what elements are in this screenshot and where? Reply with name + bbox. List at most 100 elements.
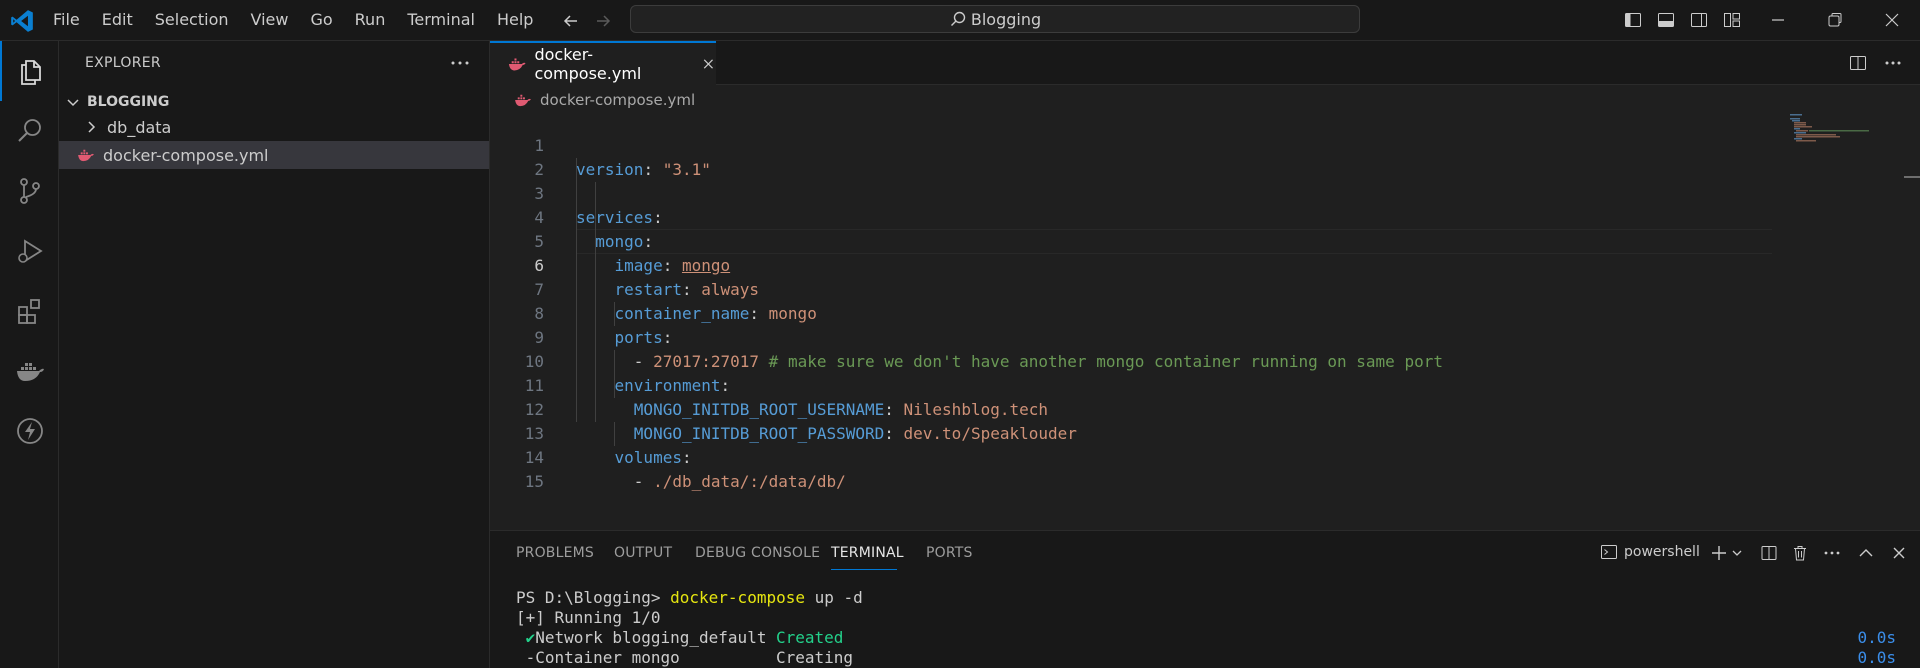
tab-debug-console[interactable]: DEBUG CONSOLE xyxy=(695,545,820,561)
extensions-icon xyxy=(17,299,40,324)
minimap[interactable] xyxy=(1790,112,1880,152)
search-icon xyxy=(17,119,41,142)
menu-bar: File Edit Selection View Go Run Terminal… xyxy=(42,0,544,40)
code-line: 5 image: mongo xyxy=(490,206,1780,275)
tab-ports[interactable]: PORTS xyxy=(926,545,973,561)
menu-view[interactable]: View xyxy=(240,0,300,40)
resource-name: Container mongo xyxy=(535,648,680,667)
customize-layout-icon[interactable] xyxy=(1722,10,1742,30)
run-debug-icon xyxy=(17,239,43,263)
activity-thunder[interactable] xyxy=(0,401,59,461)
status-mark: - xyxy=(516,648,536,667)
workspace-name: BLOGGING xyxy=(87,94,170,110)
docker-icon xyxy=(16,363,44,381)
code-line: 9 - 27017:27017 # make sure we don't hav… xyxy=(490,302,1780,371)
terminal-line: PS D:\Blogging> docker-compose up -d xyxy=(516,588,1896,608)
activity-extensions[interactable] xyxy=(0,281,59,341)
command-center-search[interactable]: Blogging xyxy=(630,5,1360,33)
menu-help[interactable]: Help xyxy=(486,0,544,40)
chevron-down-icon xyxy=(67,99,79,107)
shell-name: powershell xyxy=(1624,544,1700,560)
resource-status: Created xyxy=(776,628,844,647)
menu-file[interactable]: File xyxy=(42,0,91,40)
tab-terminal[interactable]: TERMINAL xyxy=(831,545,904,561)
code-line: 4 mongo: xyxy=(490,182,1780,251)
code-line: 7 container_name: mongo xyxy=(490,254,1780,323)
code-line: 12 MONGO_INITDB_ROOT_PASSWORD: dev.to/Sp… xyxy=(490,374,1780,443)
tab-problems[interactable]: PROBLEMS xyxy=(516,545,594,561)
breadcrumb[interactable]: docker-compose.yml xyxy=(514,89,695,111)
tab-docker-compose[interactable]: docker-compose.yml xyxy=(490,41,716,85)
code-line: 2 xyxy=(490,134,1780,179)
workspace-section-header[interactable]: BLOGGING xyxy=(65,91,169,113)
restore-icon[interactable] xyxy=(1825,10,1845,30)
menu-run[interactable]: Run xyxy=(344,0,397,40)
scrollbar-marker xyxy=(1904,176,1920,178)
activity-run-debug[interactable] xyxy=(0,221,59,281)
menu-edit[interactable]: Edit xyxy=(91,0,144,40)
docker-file-icon xyxy=(508,58,526,71)
add-terminal-icon[interactable] xyxy=(1710,544,1728,562)
resource-time: 0.0s xyxy=(1857,648,1896,667)
terminal-shell-selector[interactable]: powershell xyxy=(1600,543,1700,561)
terminal-running: [+] Running 1/0 xyxy=(516,608,661,627)
close-icon[interactable] xyxy=(701,56,716,72)
toggle-secondary-sidebar-icon[interactable] xyxy=(1689,10,1709,30)
source-control-icon xyxy=(19,178,40,204)
forward-arrow-icon[interactable] xyxy=(593,11,613,31)
explorer-sidebar: EXPLORER BLOGGING db_data docker-compose… xyxy=(59,41,490,668)
search-text: Blogging xyxy=(970,9,1042,29)
terminal-args: up -d xyxy=(804,588,863,607)
menu-terminal[interactable]: Terminal xyxy=(396,0,486,40)
activity-search[interactable] xyxy=(0,101,59,161)
tree-item-docker-compose[interactable]: docker-compose.yml xyxy=(59,141,489,169)
resource-name: Network blogging_default xyxy=(535,628,767,647)
editor-tabs: docker-compose.yml xyxy=(490,41,1920,85)
code-line: 11 MONGO_INITDB_ROOT_USERNAME: Nileshblo… xyxy=(490,350,1780,419)
more-actions-icon[interactable] xyxy=(1883,53,1903,73)
trash-icon[interactable] xyxy=(1791,544,1809,562)
menu-go[interactable]: Go xyxy=(299,0,343,40)
minimize-icon[interactable] xyxy=(1768,10,1788,30)
breadcrumb-file: docker-compose.yml xyxy=(540,91,696,109)
menu-selection[interactable]: Selection xyxy=(144,0,240,40)
terminal-line: -Container mongo Creating 0.0s xyxy=(516,648,1896,668)
bottom-panel: PROBLEMS OUTPUT DEBUG CONSOLE TERMINAL P… xyxy=(490,530,1920,668)
code-line: 1 version: "3.1" xyxy=(490,110,1780,179)
terminal-output[interactable]: PS D:\Blogging> docker-compose up -d [+]… xyxy=(516,588,1896,668)
chevron-down-icon[interactable] xyxy=(1730,544,1744,562)
search-icon xyxy=(950,11,966,26)
code-editor[interactable]: 1 version: "3.1" 2 3 services: 4 mongo: … xyxy=(490,110,1920,530)
vscode-logo-icon xyxy=(11,10,33,32)
tree-item-db-data[interactable]: db_data xyxy=(59,113,489,141)
title-bar: File Edit Selection View Go Run Terminal… xyxy=(0,0,1920,41)
line-number: 15 xyxy=(524,472,544,491)
split-editor-icon[interactable] xyxy=(1848,53,1868,73)
tab-output[interactable]: OUTPUT xyxy=(614,545,672,561)
back-arrow-icon[interactable] xyxy=(561,11,581,31)
toggle-primary-sidebar-icon[interactable] xyxy=(1623,10,1643,30)
terminal-icon xyxy=(1601,545,1617,559)
code-line: 14 - ./db_data/:/data/db/ xyxy=(490,422,1780,491)
activity-source-control[interactable] xyxy=(0,161,59,221)
activity-bar xyxy=(0,41,59,668)
more-actions-icon[interactable] xyxy=(449,52,471,74)
chevron-right-icon xyxy=(88,121,96,133)
maximize-panel-icon[interactable] xyxy=(1857,544,1875,562)
check-icon: ✔ xyxy=(516,628,536,647)
active-tab-indicator xyxy=(831,569,897,570)
tree-item-label: db_data xyxy=(107,117,172,137)
docker-file-icon xyxy=(515,94,531,107)
more-actions-icon[interactable] xyxy=(1823,544,1841,562)
activity-docker[interactable] xyxy=(0,341,59,401)
resource-time: 0.0s xyxy=(1857,628,1896,647)
close-window-icon[interactable] xyxy=(1882,10,1902,30)
activity-explorer[interactable] xyxy=(0,41,59,101)
split-terminal-icon[interactable] xyxy=(1760,544,1778,562)
terminal-prompt: PS D:\Blogging> xyxy=(516,588,671,607)
close-panel-icon[interactable] xyxy=(1890,544,1908,562)
toggle-panel-icon[interactable] xyxy=(1656,10,1676,30)
code-line: 13 volumes: xyxy=(490,398,1780,467)
yaml-value: ./db_data/:/data/db/ xyxy=(653,472,846,491)
terminal-line: [+] Running 1/0 xyxy=(516,608,1896,628)
